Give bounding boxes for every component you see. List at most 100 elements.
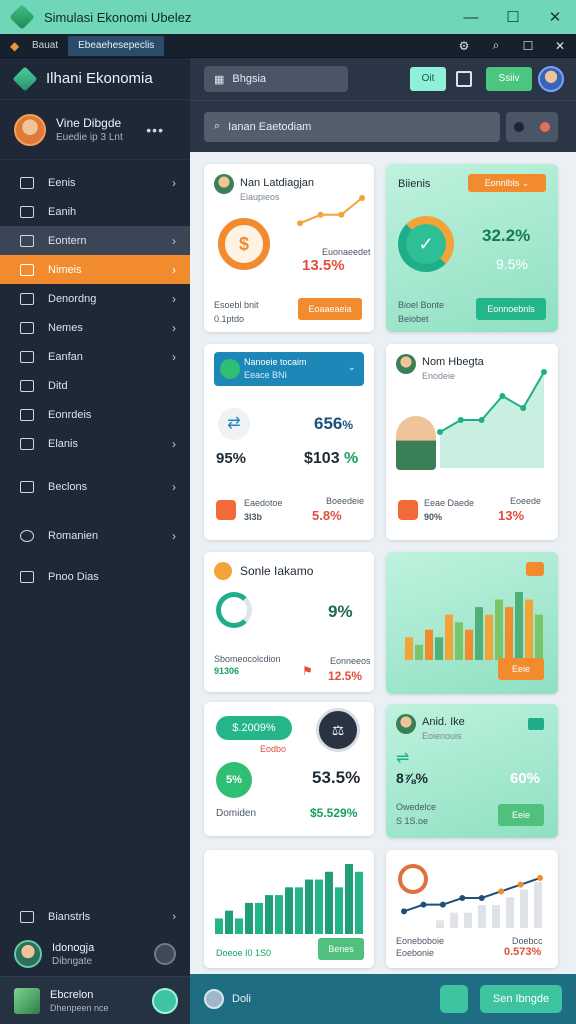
- data-point: [498, 888, 505, 895]
- refresh-button[interactable]: [152, 987, 178, 1014]
- card-title: Nan Latdiagjan: [240, 177, 315, 189]
- data-point: [317, 211, 324, 218]
- card-button[interactable]: Eeie: [498, 658, 544, 680]
- card-foot-2: Eoebonie: [396, 948, 435, 958]
- dot-icon: [540, 121, 550, 132]
- sidebar-item-3[interactable]: Nimeis ›: [0, 255, 190, 284]
- card-button[interactable]: Eoaaeaeia: [298, 298, 362, 320]
- sidebar-item-label: Nimeis: [48, 263, 82, 276]
- avatar[interactable]: [14, 113, 46, 146]
- toolbar-button-3[interactable]: Ssiiv: [486, 67, 532, 91]
- sidebar-item-sections[interactable]: Beclons ›: [0, 472, 190, 501]
- sidebar-item-6[interactable]: Eanfan ›: [0, 342, 190, 371]
- chevron-down-icon: ⌄: [521, 178, 530, 188]
- card-6[interactable]: Eeie: [386, 552, 558, 694]
- card-10[interactable]: Eoneboboie Eoebonie Doebcc 0.573%: [386, 850, 558, 968]
- card-3[interactable]: Nanoeie tocaim Eeace BNI ⌄ ⇄ 656% 95% $1…: [204, 344, 374, 540]
- card-button[interactable]: Eeie: [498, 804, 544, 826]
- settings-icon[interactable]: ⚙: [448, 34, 480, 58]
- card-8[interactable]: Anid. Ike Eoienouis ⇌ 8⅞% 60% Owedelce S…: [386, 704, 558, 838]
- sidebar-item-pnoo[interactable]: Pnoo Dias: [0, 562, 190, 591]
- card-percent: 13.5%: [302, 257, 345, 274]
- bar: [495, 599, 503, 660]
- card-percent: 12.5%: [328, 669, 363, 683]
- toolbar-button-1[interactable]: Oit: [410, 67, 446, 91]
- minimize-button[interactable]: —: [450, 0, 492, 34]
- sidebar-user[interactable]: Idonogja Dibngate: [0, 932, 190, 976]
- card-percent: 13%: [498, 508, 525, 523]
- profile-sub: Euedie ip 3 Lnt: [56, 132, 123, 143]
- sidebar-item-7[interactable]: Ditd: [0, 371, 190, 400]
- card-2[interactable]: Biienis Eonnlbls ⌄ ✓ 32.2% 9.5% Bioel Bo…: [386, 164, 558, 332]
- folder-icon: [20, 234, 34, 247]
- chevron-down-icon[interactable]: ⌄: [348, 362, 356, 373]
- sidebar-item-2[interactable]: Eontern ›: [0, 226, 190, 255]
- data-point: [401, 908, 407, 915]
- card-percent: 0.573%: [504, 946, 542, 958]
- card-corner-button[interactable]: [526, 562, 544, 576]
- filter-button[interactable]: [506, 111, 558, 142]
- sidebar-item-label: Eanih: [48, 205, 77, 218]
- more-icon[interactable]: •••: [146, 122, 164, 138]
- card-1[interactable]: Nan Latdiagjan Eiaupieos $ Euonaeedet 13…: [204, 164, 374, 332]
- chart-icon: [20, 292, 34, 305]
- sidebar-item-8[interactable]: Eonrdeis: [0, 400, 190, 429]
- sidebar-item-9[interactable]: Elanis ›: [0, 429, 190, 458]
- maximize-button[interactable]: ☐: [492, 0, 534, 34]
- search-text: Ianan Eaetodiam: [228, 120, 312, 133]
- card-header-sub: Eeace BNI: [244, 370, 288, 380]
- card-button[interactable]: Eonnoebnls: [476, 298, 546, 320]
- sidebar-item-bottom[interactable]: Bianstrls ›: [0, 902, 190, 932]
- sidebar-item-0[interactable]: Eenis ›: [0, 168, 190, 197]
- chevron-right-icon: ›: [172, 175, 176, 190]
- sidebar-item-5[interactable]: Nemes ›: [0, 313, 190, 342]
- title-bar: Simulasi Ekonomi Ubelez — ☐ ✕: [0, 0, 576, 34]
- line-chart-2: [401, 875, 543, 928]
- footer-sub: Dhenpeen nce: [50, 1002, 109, 1013]
- avatar: [396, 354, 416, 374]
- active-tab[interactable]: Ebeaehesepeclis: [68, 35, 165, 56]
- close-button[interactable]: ✕: [534, 0, 576, 34]
- card-4[interactable]: Nom Hbegta Enodeie Eeae Daede 90% Eoeede…: [386, 344, 558, 540]
- card-7[interactable]: $.2009% Eodbo ⚖ 5% 53.5% Domiden $5.529%: [204, 702, 374, 836]
- top-search-field[interactable]: ▦ Bhgsia: [204, 66, 348, 92]
- card-5[interactable]: Sonle Iakamo 9% Sbomeocolcdion 91306 Eon…: [204, 552, 374, 692]
- search-icon[interactable]: ⌕: [480, 34, 512, 58]
- data-point: [541, 369, 547, 375]
- app-menu-icon[interactable]: ◆: [10, 39, 24, 53]
- card-dropdown[interactable]: Eonnlbls ⌄: [468, 174, 546, 192]
- card-foot-3: Eoeede: [510, 496, 542, 506]
- share-button[interactable]: [440, 985, 468, 1013]
- bar: [325, 871, 333, 934]
- pill-button[interactable]: $.2009%: [216, 716, 292, 740]
- sidebar-item-1[interactable]: Eanih: [0, 197, 190, 226]
- main-toolbar: ▦ Bhgsia Oit Ssiiv: [190, 58, 576, 100]
- card-button[interactable]: Benes: [318, 938, 364, 960]
- sidebar-item-romanien[interactable]: Romanien ›: [0, 521, 190, 550]
- avatar[interactable]: [14, 940, 42, 968]
- document-icon: [20, 408, 34, 421]
- series-line: [299, 197, 363, 225]
- restore-icon[interactable]: ☐: [512, 34, 544, 58]
- chevron-right-icon: ›: [172, 479, 176, 494]
- footer-thumbnail: [14, 987, 40, 1014]
- value-1: 656: [314, 414, 343, 433]
- pill-sub: Eodbo: [260, 744, 287, 754]
- window-icon[interactable]: [456, 71, 472, 87]
- avatar: [396, 714, 416, 734]
- card-sub: Eiaupieos: [240, 192, 280, 202]
- card-title: Biienis: [398, 178, 431, 190]
- card-9[interactable]: Doeoe I0 1S0 Benes: [204, 850, 374, 968]
- globe-icon[interactable]: [204, 989, 224, 1009]
- primary-action-button[interactable]: Sen Ibngde: [480, 985, 562, 1013]
- sidebar-item-4[interactable]: Denordng ›: [0, 284, 190, 313]
- bar: [520, 889, 528, 928]
- card-foot-1: Eoneboboie: [396, 936, 445, 946]
- close-icon[interactable]: ✕: [544, 34, 576, 58]
- menu-item[interactable]: Bauat: [32, 40, 58, 51]
- status-toggle-icon[interactable]: [154, 943, 176, 965]
- search-input[interactable]: ⌕ Ianan Eaetodiam: [204, 111, 500, 142]
- profile[interactable]: Vine Dibgde Euedie ip 3 Lnt •••: [0, 100, 190, 160]
- avatar[interactable]: [538, 66, 564, 92]
- card-foot-3: Doebcc: [512, 936, 543, 946]
